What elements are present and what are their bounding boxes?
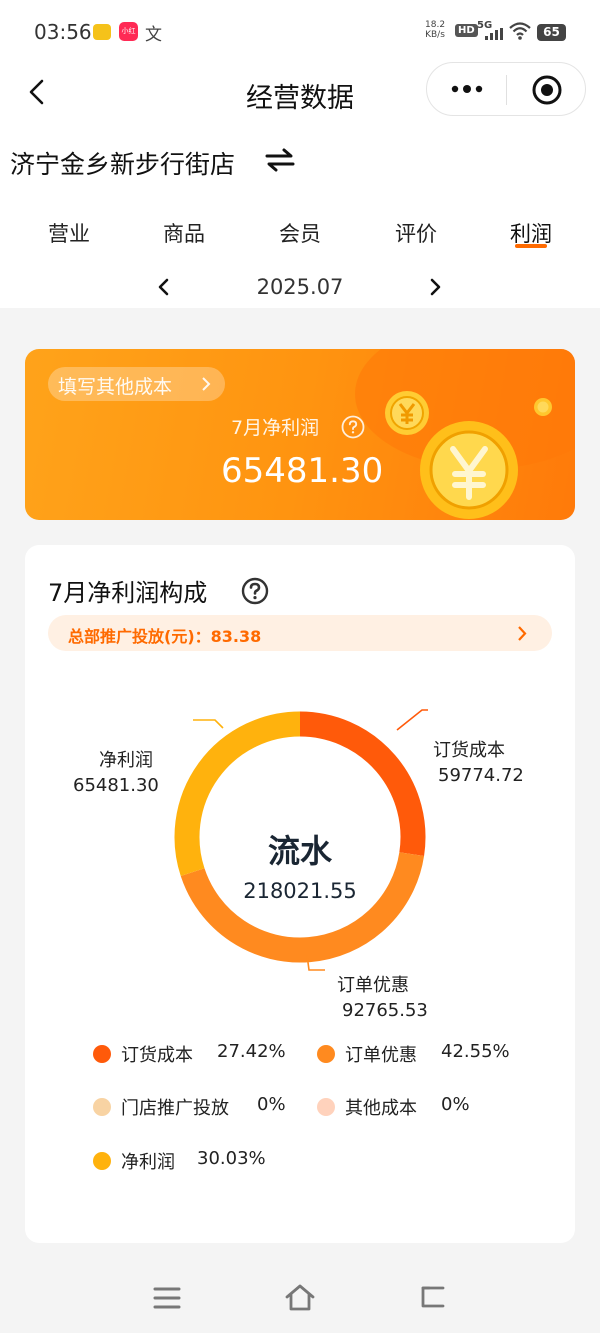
next-month-icon[interactable]: [425, 276, 445, 298]
legend-dot: [93, 1098, 111, 1116]
active-tab-indicator: [515, 244, 547, 248]
tab-members[interactable]: 会员: [250, 218, 350, 248]
callout-line-order-cost: [396, 709, 428, 731]
legend-dot: [93, 1152, 111, 1170]
help-icon[interactable]: [341, 415, 365, 439]
coin-icon: [420, 421, 518, 519]
callout-net-profit-value: 65481.30: [73, 775, 159, 796]
hq-promotion-bar[interactable]: 总部推广投放(元)：83.38: [48, 615, 552, 651]
tab-products[interactable]: 商品: [134, 218, 234, 248]
legend-name: 其他成本: [345, 1098, 417, 1119]
legend-name: 门店推广投放: [121, 1098, 229, 1119]
tab-business[interactable]: 营业: [19, 218, 119, 248]
card-title: 7月净利润构成: [48, 579, 208, 607]
fill-other-cost-label: 填写其他成本: [58, 376, 173, 398]
help-icon[interactable]: [241, 577, 269, 605]
app-notification-icon: [93, 24, 111, 40]
legend-dot: [93, 1045, 111, 1063]
callout-discount-name: 订单优惠: [337, 975, 409, 996]
profit-composition-card: 7月净利润构成 总部推广投放(元)：83.38 流水 218021.55 净利润…: [25, 545, 575, 1243]
wifi-icon: [509, 22, 531, 40]
legend-percentage: 0%: [257, 1094, 286, 1115]
chevron-right-icon: [202, 377, 211, 391]
store-bar: 济宁金乡新步行街店: [0, 124, 600, 194]
net-profit-value: 65481.30: [221, 451, 384, 491]
callout-net-profit-name: 净利润: [99, 750, 153, 771]
callout-line-net-profit: [193, 719, 224, 729]
capsule-divider: [506, 75, 507, 105]
legend-name: 净利润: [121, 1152, 175, 1173]
legend-percentage: 42.55%: [441, 1041, 510, 1062]
miniprogram-capsule: [426, 62, 586, 116]
net-profit-banner: 填写其他成本 7月净利润 65481.30: [25, 349, 575, 520]
signal-icon: [485, 28, 505, 40]
tab-reviews[interactable]: 评价: [366, 218, 466, 248]
network-speed: 18.2 KB/s: [425, 20, 446, 40]
translate-icon: 文: [145, 25, 162, 45]
system-navigation-bar: [0, 1263, 600, 1333]
status-time: 03:56: [34, 20, 92, 44]
callout-order-cost-name: 订货成本: [433, 740, 505, 761]
battery-icon: 65: [537, 24, 566, 41]
menu-icon[interactable]: [153, 1285, 181, 1311]
current-month: 2025.07: [256, 275, 344, 299]
store-name[interactable]: 济宁金乡新步行街店: [10, 145, 235, 181]
hq-promotion-text: 总部推广投放(元)：83.38: [68, 627, 262, 646]
switch-store-icon[interactable]: [265, 147, 295, 173]
legend-dot: [317, 1045, 335, 1063]
donut-center-title: 流水: [267, 832, 332, 870]
callout-discount-value: 92765.53: [342, 1000, 428, 1021]
legend-dot: [317, 1098, 335, 1116]
legend-percentage: 27.42%: [217, 1041, 286, 1062]
system-back-icon[interactable]: [418, 1283, 448, 1311]
tab-bar: 营业 商品 会员 评价 利润: [0, 194, 600, 266]
legend-name: 订单优惠: [345, 1045, 417, 1066]
xiaohongshu-icon: 小红书: [119, 22, 138, 54]
home-icon[interactable]: [284, 1283, 316, 1313]
net-profit-label: 7月净利润: [231, 417, 320, 439]
legend-name: 订货成本: [121, 1045, 193, 1066]
donut-center-value: 218021.55: [243, 879, 357, 903]
close-miniprogram-icon[interactable]: [531, 74, 563, 106]
callout-order-cost-value: 59774.72: [438, 765, 524, 786]
hd-icon: HD: [455, 24, 478, 37]
coin-icon: [534, 398, 552, 416]
legend-percentage: 0%: [441, 1094, 470, 1115]
more-icon[interactable]: [449, 75, 489, 103]
chevron-right-icon: [518, 626, 527, 641]
legend-percentage: 30.03%: [197, 1148, 266, 1169]
nav-bar: 经营数据: [0, 62, 600, 124]
fill-other-cost-button[interactable]: 填写其他成本: [48, 367, 225, 401]
date-selector: 2025.07: [0, 266, 600, 308]
status-bar: 03:56 小红书 文 18.2 KB/s HD 5G 65: [0, 0, 600, 62]
